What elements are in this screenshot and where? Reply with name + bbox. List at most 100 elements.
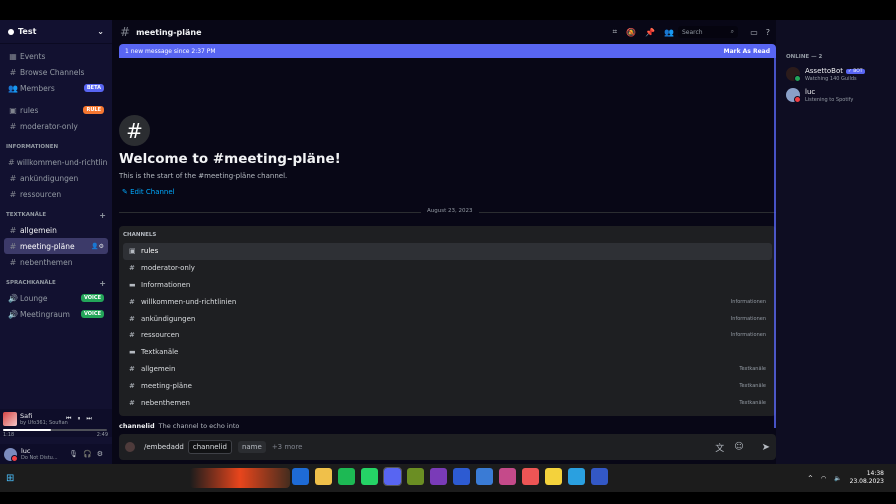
avatar[interactable] [4, 447, 18, 462]
speaker-icon: 🔊 [8, 293, 18, 303]
mute-icon[interactable]: 🎙 [69, 450, 83, 458]
taskbar-app-icon[interactable] [591, 468, 608, 485]
sidebar-item-willkommen[interactable]: # willkommen-und-richtlin... [4, 154, 108, 170]
popup-option[interactable]: # willkommen-und-richtlinien Informationen [123, 293, 772, 310]
translate-icon[interactable]: 文 [715, 441, 724, 454]
edit-channel-link[interactable]: ✎ Edit Channel [122, 188, 175, 196]
popup-option[interactable]: # allgemein Textkanäle [123, 361, 772, 378]
member-luc[interactable]: luc Listening to Spotify [776, 85, 896, 106]
sidebar-item-lounge[interactable]: 🔊 Lounge VOICE [4, 290, 108, 306]
hash-icon: # [129, 264, 135, 273]
user-controls[interactable]: 🎙🎧⚙ [69, 450, 108, 458]
sidebar-item-moderator-only[interactable]: # moderator-only [4, 118, 108, 134]
taskbar-app-icon[interactable] [407, 468, 424, 485]
add-channel-icon[interactable]: + [99, 211, 106, 220]
message-input[interactable]: /embedadd channelid name +3 more 文 ☺ ➤ [119, 434, 776, 460]
channel-sidebar: Test ⌄ ▦ Events # Browse Channels 👥 Memb… [0, 20, 112, 464]
popup-option[interactable]: # moderator-only [123, 260, 772, 277]
pin-icon[interactable]: 📌 [645, 28, 655, 37]
mark-as-read-button[interactable]: Mark As Read [724, 48, 770, 55]
taskbar-app-icon[interactable] [522, 468, 539, 485]
popup-option-label: meeting-pläne [141, 381, 192, 390]
wifi-icon[interactable]: ◠ [821, 475, 826, 482]
user-name: luc [21, 447, 31, 455]
user-panel: luc Do Not Distu... 🎙🎧⚙ [0, 444, 112, 464]
popup-option-label: moderator-only [141, 264, 195, 273]
param-name[interactable]: name [237, 441, 266, 453]
popup-option[interactable]: # ankündigungen Informationen [123, 310, 772, 327]
sidebar-item-browse-channels[interactable]: # Browse Channels [4, 64, 108, 80]
taskbar-app-icon[interactable] [315, 468, 332, 485]
taskbar-app-icon[interactable] [383, 467, 402, 486]
members-online-header: ONLINE — 2 [786, 54, 823, 60]
folder-icon: ▬ [129, 280, 136, 289]
taskbar-app-icon[interactable] [453, 468, 470, 485]
taskbar-app-icon[interactable] [361, 468, 378, 485]
popup-option-category: Informationen [730, 315, 766, 322]
discord-app: Test ⌄ ▦ Events # Browse Channels 👥 Memb… [0, 20, 896, 464]
popup-option[interactable]: ▣ rules [123, 243, 772, 260]
date-divider: August 23, 2023 [119, 208, 776, 214]
sidebar-item-allgemein[interactable]: # allgemein [4, 222, 108, 238]
sidebar-item-members[interactable]: 👥 Members BETA [4, 80, 108, 96]
popup-option[interactable]: # nebenthemen Textkanäle [123, 394, 772, 411]
channel-header: # meeting-pläne [112, 20, 776, 44]
gear-icon[interactable]: ⚙ [97, 450, 108, 458]
windows-start-icon[interactable]: ⊞ [6, 473, 14, 484]
volume-icon[interactable]: 🔈 [834, 475, 841, 482]
popup-option[interactable]: ▬ Informationen [123, 277, 772, 294]
sidebar-item-rules[interactable]: ▣ rules RULE [4, 102, 108, 118]
popup-option[interactable]: # meeting-pläne Textkanäle [123, 377, 772, 394]
new-messages-bar[interactable]: 1 new message since 2:37 PM Mark As Read [119, 44, 776, 58]
more-params[interactable]: +3 more [272, 443, 303, 451]
headphones-icon[interactable]: 🎧 [83, 450, 97, 458]
threads-icon[interactable]: ⌗ [613, 27, 618, 37]
hash-icon: # [9, 257, 17, 267]
sidebar-item-ankuendigungen[interactable]: # ankündigungen [4, 170, 108, 186]
notification-bell-icon[interactable]: 🔕 [626, 28, 636, 37]
avatar [786, 67, 801, 82]
user-status: Do Not Distu... [21, 455, 58, 461]
emoji-icon[interactable]: ☺ [734, 442, 743, 452]
help-icon[interactable]: ? [766, 28, 770, 37]
server-header[interactable]: Test ⌄ [0, 20, 112, 44]
popup-option-label: willkommen-und-richtlinien [141, 297, 237, 306]
sidebar-item-ressourcen[interactable]: # ressourcen [4, 186, 108, 202]
track-progress-bar[interactable] [3, 429, 107, 431]
category-textkanaele[interactable]: TEXTKANÄLE + [4, 208, 108, 222]
taskbar-app-icon[interactable] [338, 468, 355, 485]
search-input[interactable]: Search ⌕ [678, 26, 738, 38]
hash-icon: # [129, 331, 135, 340]
sidebar-item-events[interactable]: ▦ Events [4, 48, 108, 64]
hash-icon: # [9, 241, 17, 251]
popup-option[interactable]: ▬ Textkanäle [123, 344, 772, 361]
add-channel-icon[interactable]: + [99, 279, 106, 288]
album-cover[interactable] [3, 412, 17, 426]
taskbar-app-icon[interactable] [499, 468, 516, 485]
member-list-icon[interactable]: 👥 [664, 28, 674, 37]
taskbar-clock[interactable]: 14:38 23.08.2023 [850, 470, 884, 486]
chevron-down-icon: ⌄ [97, 27, 104, 36]
category-sprachkanaele[interactable]: SPRACHKANÄLE + [4, 276, 108, 290]
rules-icon: ▣ [9, 105, 17, 115]
taskbar-app-icon[interactable] [568, 468, 585, 485]
category-informationen[interactable]: INFORMATIONEN [4, 140, 108, 154]
param-channelid[interactable]: channelid [187, 440, 232, 454]
input-icons: 文 ☺ ➤ [715, 441, 770, 454]
taskbar-app-icon[interactable] [292, 468, 309, 485]
popup-option[interactable]: # ressourcen Informationen [123, 327, 772, 344]
player-controls[interactable]: ⏮⏸⏭ [66, 415, 98, 423]
taskbar-app-icon[interactable] [430, 468, 447, 485]
hash-icon: # [129, 314, 135, 323]
taskbar-app-icon[interactable] [476, 468, 493, 485]
sidebar-item-nebenthemen[interactable]: # nebenthemen [4, 254, 108, 270]
tray-chevron-icon[interactable]: ^ [808, 475, 813, 482]
member-assettobot[interactable]: AssettoBot ✓ BOT Watching 140 Guilds [776, 64, 896, 85]
sidebar-item-meetingraum[interactable]: 🔊 Meetingraum VOICE [4, 306, 108, 322]
inbox-icon[interactable]: ▭ [750, 28, 758, 37]
taskbar-app-icon[interactable] [545, 468, 562, 485]
invite-and-settings-icons[interactable]: 👤⚙ [91, 243, 104, 250]
sidebar-item-meeting-plaene[interactable]: # meeting-pläne 👤⚙ [4, 238, 108, 254]
send-icon[interactable]: ➤ [762, 442, 770, 453]
bot-badge: ✓ BOT [846, 68, 865, 74]
